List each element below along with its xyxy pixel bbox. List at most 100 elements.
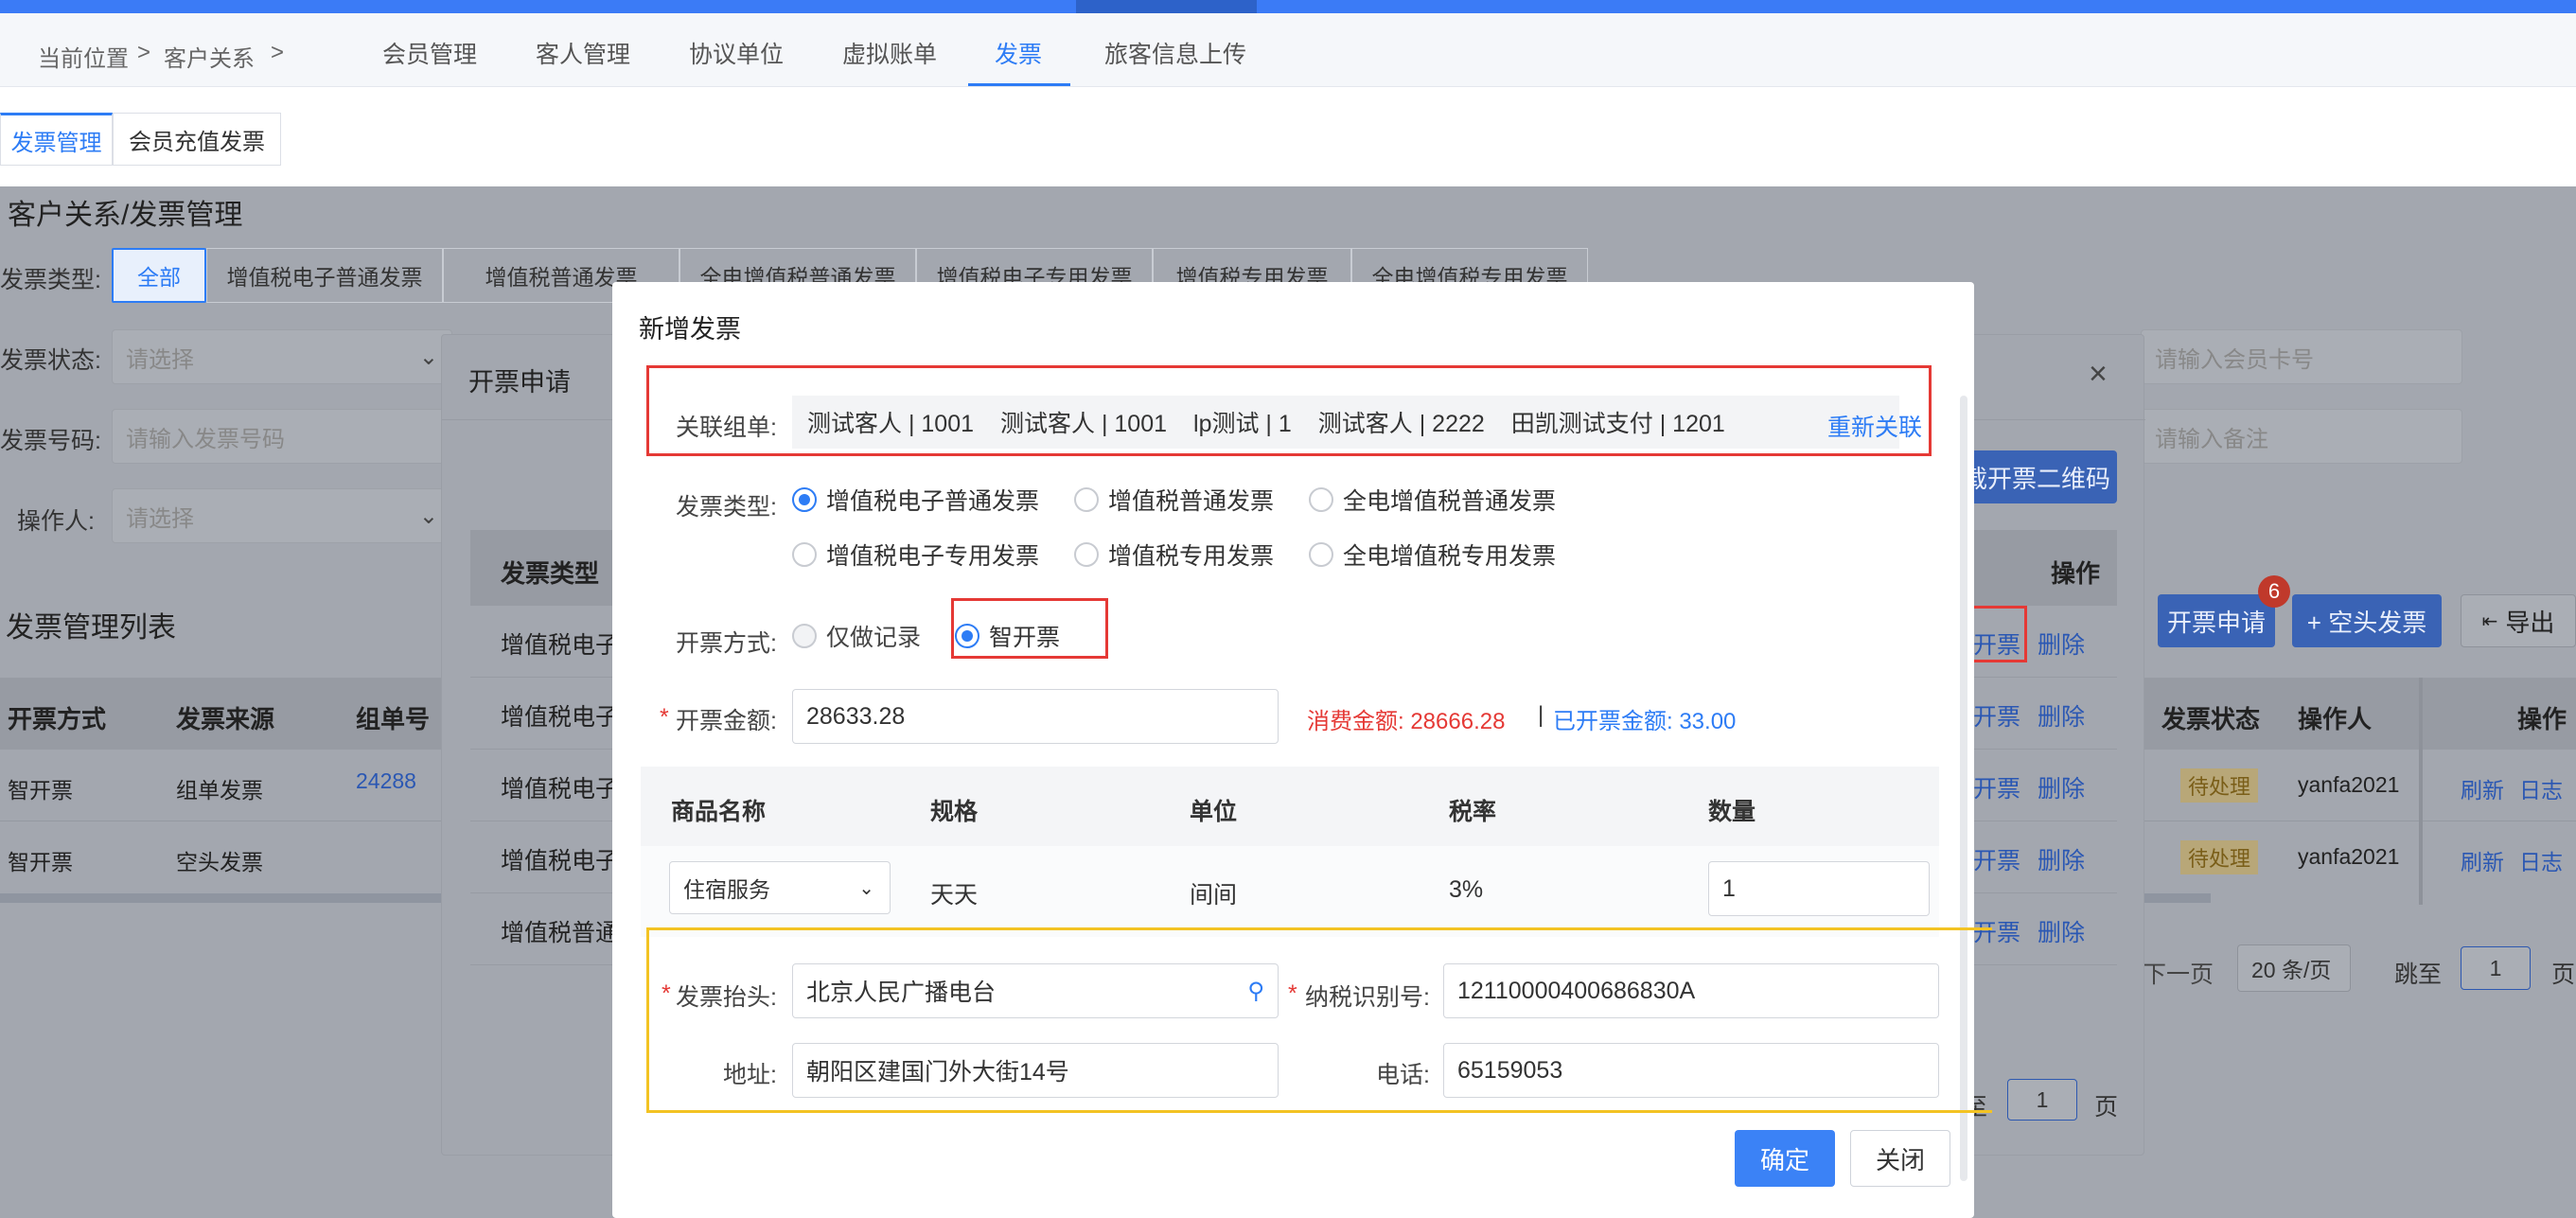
status-badge: 待处理 (2180, 768, 2259, 803)
filter-all[interactable]: 全部 (112, 248, 206, 303)
table-row: 待处理 yanfa2021 刷新 日志 (2144, 821, 2576, 893)
radio-label: 全电增值税普通发票 (1343, 488, 1557, 515)
tab-virtual-bill[interactable]: 虚拟账单 (842, 36, 937, 70)
operator-select[interactable]: 请选择 ⌄ (112, 488, 452, 543)
apply-invoice-button[interactable]: 开票申请 (2158, 594, 2275, 647)
address-input[interactable]: 朝阳区建国门外大街14号 (792, 1043, 1279, 1098)
chevron-down-icon: ⌄ (418, 503, 438, 529)
goods-quantity-input[interactable]: 1 (1708, 861, 1930, 916)
pager-next[interactable]: 下一页 (2143, 956, 2214, 990)
page-size-select[interactable]: 20 条/页 (2237, 944, 2351, 992)
header-bar: 当前位置 > 客户关系 > 会员管理 客人管理 协议单位 虚拟账单 发票 旅客信… (0, 13, 2576, 87)
breadcrumb-separator: > (137, 40, 151, 65)
goods-name-value: 住宿服务 (683, 877, 770, 902)
export-button[interactable]: ⇤ 导出 (2461, 594, 2576, 647)
radio-vat-normal[interactable]: 增值税普通发票 (1074, 483, 1274, 517)
remark-input[interactable]: 请输入备注 (2141, 409, 2462, 464)
close-icon[interactable]: × (2089, 356, 2108, 393)
row-operator: yanfa2021 (2298, 772, 2400, 797)
remark-placeholder: 请输入备注 (2155, 426, 2268, 452)
subtab-member-recharge-invoice[interactable]: 会员充值发票 (113, 113, 281, 166)
status-badge: 待处理 (2180, 840, 2259, 874)
delete-link[interactable]: 删除 (2038, 914, 2085, 948)
tab-guest-management[interactable]: 客人管理 (536, 36, 630, 70)
blank-invoice-button[interactable]: + 空头发票 (2292, 594, 2442, 647)
row-source: 空头发票 (176, 850, 263, 874)
tax-id-value: 12110000400686830A (1457, 977, 1696, 1004)
radio-icon (1074, 542, 1099, 567)
delete-link[interactable]: 删除 (2038, 698, 2085, 733)
tab-member-management[interactable]: 会员管理 (382, 36, 477, 70)
row-order-link[interactable]: 24288 (356, 768, 416, 794)
amount-separator: | (1538, 702, 1544, 728)
log-link[interactable]: 日志 (2519, 844, 2563, 876)
amount-value: 28633.28 (806, 702, 906, 730)
goods-name-select[interactable]: 住宿服务 ⌄ (669, 861, 891, 914)
delete-link[interactable]: 删除 (2038, 627, 2085, 661)
radio-full-e-special[interactable]: 全电增值税专用发票 (1309, 538, 1556, 572)
table-row: 待处理 yanfa2021 刷新 日志 (2144, 750, 2576, 821)
delete-link[interactable]: 删除 (2038, 770, 2085, 804)
search-icon[interactable]: ⚲ (1247, 978, 1264, 1005)
page-unit: 页 (2551, 962, 2576, 988)
subtab-invoice-management[interactable]: 发票管理 (0, 113, 113, 166)
breadcrumb-separator: > (271, 40, 285, 65)
tax-id-input[interactable]: 12110000400686830A (1443, 963, 1939, 1018)
invoice-number-input[interactable]: 请输入发票号码 (112, 409, 452, 464)
relink-link[interactable]: 重新关联 (1827, 409, 1922, 443)
status-select[interactable]: 请选择 ⌄ (112, 329, 452, 384)
row-type: 增值税电子 (501, 776, 620, 803)
linked-orders-field[interactable]: 测试客人 | 1001 测试客人 | 1001 lp测试 | 1 测试客人 | … (792, 396, 1899, 449)
jump-input[interactable]: 1 (2461, 946, 2531, 990)
tab-passenger-upload[interactable]: 旅客信息上传 (1104, 36, 1246, 70)
issue-link[interactable]: 开票 (1973, 770, 2020, 804)
radio-full-e-normal[interactable]: 全电增值税普通发票 (1309, 483, 1556, 517)
refresh-link[interactable]: 刷新 (2461, 844, 2504, 876)
radio-vat-e-special[interactable]: 增值税电子专用发票 (792, 538, 1039, 572)
table-row: 智开票 空头发票 (0, 821, 441, 893)
linked-order-tag: 测试客人 | 1001 (807, 411, 975, 437)
refresh-link[interactable]: 刷新 (2461, 772, 2504, 804)
tab-agreement-unit[interactable]: 协议单位 (689, 36, 784, 70)
row-type: 增值税普通 (501, 920, 620, 946)
issue-link[interactable]: 开票 (1973, 842, 2020, 876)
member-card-input[interactable]: 请输入会员卡号 (2141, 329, 2462, 384)
amount-input[interactable]: 28633.28 (792, 689, 1279, 744)
radio-smart-invoice[interactable]: 智开票 (955, 619, 1060, 653)
radio-label: 仅做记录 (826, 625, 922, 651)
status-filter-label: 发票状态: (0, 347, 101, 374)
tax-id-label: 纳税识别号: (1305, 984, 1430, 1011)
close-button[interactable]: 关闭 (1850, 1130, 1950, 1187)
goods-unit: 间间 (1190, 882, 1238, 909)
phone-input[interactable]: 65159053 (1443, 1043, 1939, 1098)
tab-invoice[interactable]: 发票 (995, 36, 1042, 70)
column-header: 商品名称 (671, 799, 767, 825)
horizontal-scrollbar[interactable] (0, 893, 441, 903)
goods-spec: 天天 (930, 882, 979, 909)
log-link[interactable]: 日志 (2519, 772, 2563, 804)
radio-label: 增值税电子专用发票 (826, 543, 1040, 570)
confirm-button[interactable]: 确定 (1735, 1130, 1835, 1187)
new-invoice-modal: 新增发票 关联组单: 测试客人 | 1001 测试客人 | 1001 lp测试 … (612, 282, 1992, 1218)
list-title: 发票管理列表 (6, 612, 176, 644)
radio-record-only[interactable]: 仅做记录 (792, 619, 921, 653)
address-label: 地址: (723, 1062, 777, 1088)
qr-download-button[interactable]: 载开票二维码 (1956, 450, 2117, 503)
invoice-title-input[interactable]: 北京人民广播电台 ⚲ (792, 963, 1279, 1018)
linked-order-tag: 测试客人 | 2222 (1317, 411, 1485, 437)
filter-vat-e-normal[interactable]: 增值税电子普通发票 (206, 248, 443, 303)
breadcrumb-current: 当前位置 (38, 46, 129, 72)
horizontal-scrollbar-thumb[interactable] (2144, 893, 2211, 903)
apply-pager-input[interactable]: 1 (2007, 1079, 2077, 1121)
radio-vat-e-normal[interactable]: 增值税电子普通发票 (792, 483, 1039, 517)
delete-link[interactable]: 删除 (2038, 842, 2085, 876)
row-type: 增值税电子 (501, 848, 620, 874)
radio-vat-special[interactable]: 增值税专用发票 (1074, 538, 1274, 572)
breadcrumb-section[interactable]: 客户关系 (164, 40, 255, 73)
member-card-placeholder: 请输入会员卡号 (2155, 346, 2314, 373)
linked-order-tag: 田凯测试支付 | 1201 (1510, 411, 1725, 437)
page-title: 客户关系/发票管理 (8, 200, 243, 231)
issue-link[interactable]: 开票 (1973, 698, 2020, 733)
required-asterisk: * (660, 704, 669, 731)
top-accent-bar (0, 0, 2576, 13)
